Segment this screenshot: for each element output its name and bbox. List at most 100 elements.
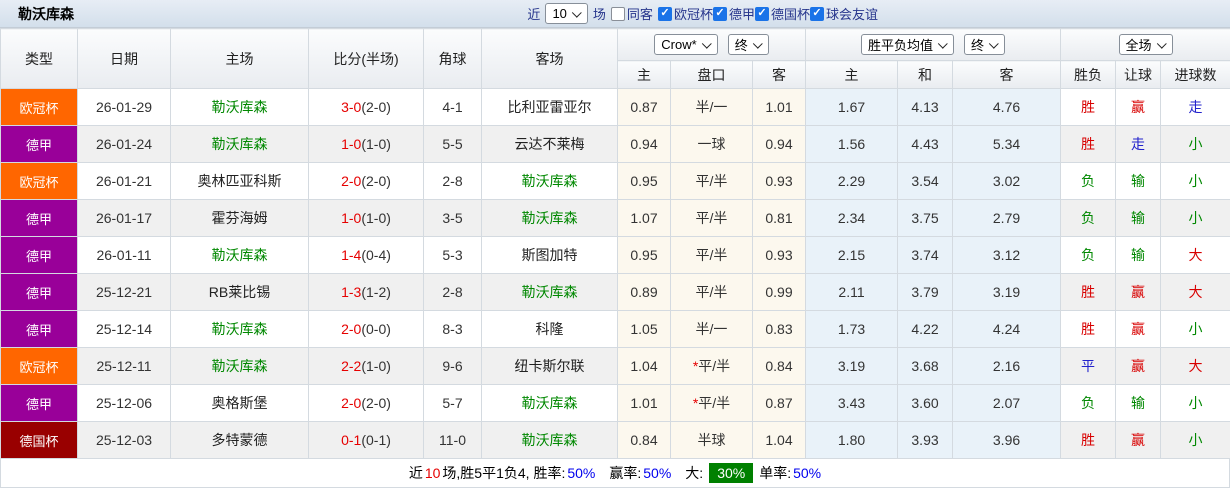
handicap-result-cell: 输 xyxy=(1115,384,1162,422)
corner-score: 2-8 xyxy=(423,162,482,200)
result-cell: 胜 xyxy=(1060,310,1117,348)
filter-checkbox[interactable]: 欧冠杯 xyxy=(657,4,713,23)
handicap-value: 平/半 xyxy=(695,284,728,300)
table-row: 欧冠杯 26-01-21 奥林匹亚科斯 2-0(2-0) 2-8 勒沃库森 0.… xyxy=(0,162,1230,200)
handicap-result-cell: 输 xyxy=(1115,236,1162,274)
filter-label: 球会友谊 xyxy=(825,7,878,22)
handicap-value: 平/半 xyxy=(695,173,728,189)
scope-select[interactable]: 全场 xyxy=(1118,34,1173,55)
filter-checkbox[interactable]: 球会友谊 xyxy=(809,4,878,23)
goals-result-cell: 走 xyxy=(1160,88,1230,126)
handicap-cell: *平/半 xyxy=(670,347,753,385)
home-odds: 1.07 xyxy=(617,199,671,237)
odds-stage-value: 终 xyxy=(734,38,748,53)
corner-score: 5-5 xyxy=(423,125,482,163)
chevron-down-icon xyxy=(571,7,582,18)
halftime-score: (2-0) xyxy=(361,395,391,411)
goals-result-cell: 大 xyxy=(1160,273,1230,311)
league-badge: 德甲 xyxy=(0,125,78,163)
big-rate-badge: 30% xyxy=(709,463,754,483)
filter-label: 德国杯 xyxy=(770,7,810,22)
halftime-score: (2-0) xyxy=(361,99,391,115)
avg-stage-select[interactable]: 终 xyxy=(964,34,1006,55)
goals-result-cell: 小 xyxy=(1160,310,1230,348)
handicap-cell: *平/半 xyxy=(670,384,753,422)
goals-result-cell: 大 xyxy=(1160,236,1230,274)
table-row: 欧冠杯 25-12-11 勒沃库森 2-2(1-0) 9-6 纽卡斯尔联 1.0… xyxy=(0,347,1230,385)
filter-checkbox[interactable]: 德甲 xyxy=(712,4,755,23)
halftime-score: (0-1) xyxy=(361,432,391,448)
corner-score: 2-8 xyxy=(423,273,482,311)
home-odds: 0.95 xyxy=(617,236,671,274)
bookmaker-select[interactable]: Crow* xyxy=(654,34,718,55)
score-cell: 1-4(0-4) xyxy=(308,236,424,274)
summary-count: 10 xyxy=(424,465,441,481)
col-header-handicap: 盘口 xyxy=(670,60,753,89)
league-badge: 德甲 xyxy=(0,236,78,274)
avg-draw-odds: 3.74 xyxy=(897,236,954,274)
col-header-handicap-result: 让球 xyxy=(1115,60,1162,89)
avg-home-odds: 2.15 xyxy=(805,236,899,274)
handicap-result-cell: 赢 xyxy=(1115,347,1162,385)
col-header-date: 日期 xyxy=(77,28,171,89)
away-odds: 0.81 xyxy=(751,199,807,237)
col-header-avg-draw: 和 xyxy=(897,60,954,89)
corner-score: 4-1 xyxy=(423,88,482,126)
avg-home-odds: 1.67 xyxy=(805,88,899,126)
avg-home-odds: 1.80 xyxy=(805,421,899,459)
away-team: 云达不莱梅 xyxy=(481,125,618,163)
home-odds: 0.89 xyxy=(617,273,671,311)
avg-away-odds: 3.12 xyxy=(952,236,1062,274)
summary-footer: 近 10 场,胜5平1负4, 胜率: 50% 赢率: 50% 大: 30% 单率: 50% xyxy=(0,459,1230,488)
away-odds: 0.93 xyxy=(751,162,807,200)
col-header-avg-away: 客 xyxy=(952,60,1062,89)
handicap-result-cell: 赢 xyxy=(1115,421,1162,459)
avg-type-select[interactable]: 胜平负均值 xyxy=(861,34,955,55)
chevron-down-icon xyxy=(1156,38,1167,49)
odds-stage-select[interactable]: 终 xyxy=(727,34,769,55)
checkbox-unchecked-icon xyxy=(610,6,625,21)
result-group-header: 全场 xyxy=(1060,28,1230,61)
goals-result-cell: 大 xyxy=(1160,347,1230,385)
col-header-result: 胜负 xyxy=(1060,60,1117,89)
match-history-panel: 勒沃库森 近 10 场 同客 欧冠杯德甲德国杯球会友谊 类型 日期 xyxy=(0,0,1230,488)
near-label: 近 xyxy=(527,7,541,22)
home-odds: 1.01 xyxy=(617,384,671,422)
halftime-score: (2-0) xyxy=(361,173,391,189)
table-row: 德甲 25-12-06 奥格斯堡 2-0(2-0) 5-7 勒沃库森 1.01 … xyxy=(0,384,1230,422)
score-cell: 2-0(2-0) xyxy=(308,384,424,422)
table-row: 德国杯 25-12-03 多特蒙德 0-1(0-1) 11-0 勒沃库森 0.8… xyxy=(0,421,1230,459)
handicap-value: 平/半 xyxy=(695,247,728,263)
handicap-result-cell: 走 xyxy=(1115,125,1162,163)
handicap-rate-label: 赢率: xyxy=(609,465,642,481)
avg-type-value: 胜平负均值 xyxy=(868,38,934,53)
avg-draw-odds: 3.93 xyxy=(897,421,954,459)
avg-away-odds: 2.79 xyxy=(952,199,1062,237)
odds-group-header: Crow* 终 xyxy=(616,28,807,61)
halftime-score: (0-4) xyxy=(361,247,391,263)
match-date: 26-01-17 xyxy=(77,199,171,237)
home-odds: 0.84 xyxy=(617,421,671,459)
filter-checkbox[interactable]: 德国杯 xyxy=(754,4,810,23)
avg-home-odds: 2.34 xyxy=(805,199,899,237)
fulltime-score: 2-0 xyxy=(341,395,362,411)
same-opponent-checkbox[interactable]: 同客 xyxy=(610,4,653,23)
matches-suffix-label: 场 xyxy=(592,7,606,22)
col-header-odds-home: 主 xyxy=(617,60,671,89)
avg-stage-value: 终 xyxy=(971,38,985,53)
match-date: 26-01-24 xyxy=(77,125,171,163)
halftime-score: (1-2) xyxy=(361,284,391,300)
league-badge: 欧冠杯 xyxy=(0,347,78,385)
match-count-select[interactable]: 10 xyxy=(545,3,588,24)
goals-result-cell: 小 xyxy=(1160,421,1230,459)
league-badge: 欧冠杯 xyxy=(0,88,78,126)
score-cell: 2-2(1-0) xyxy=(308,347,424,385)
handicap-cell: 平/半 xyxy=(670,199,753,237)
checkbox-checked-icon xyxy=(712,6,727,21)
avg-away-odds: 4.76 xyxy=(952,88,1062,126)
handicap-result-cell: 输 xyxy=(1115,199,1162,237)
filter-label: 欧冠杯 xyxy=(673,7,713,22)
handicap-value: 半球 xyxy=(697,432,726,448)
halftime-score: (0-0) xyxy=(361,321,391,337)
handicap-rate-value: 50% xyxy=(643,465,672,481)
